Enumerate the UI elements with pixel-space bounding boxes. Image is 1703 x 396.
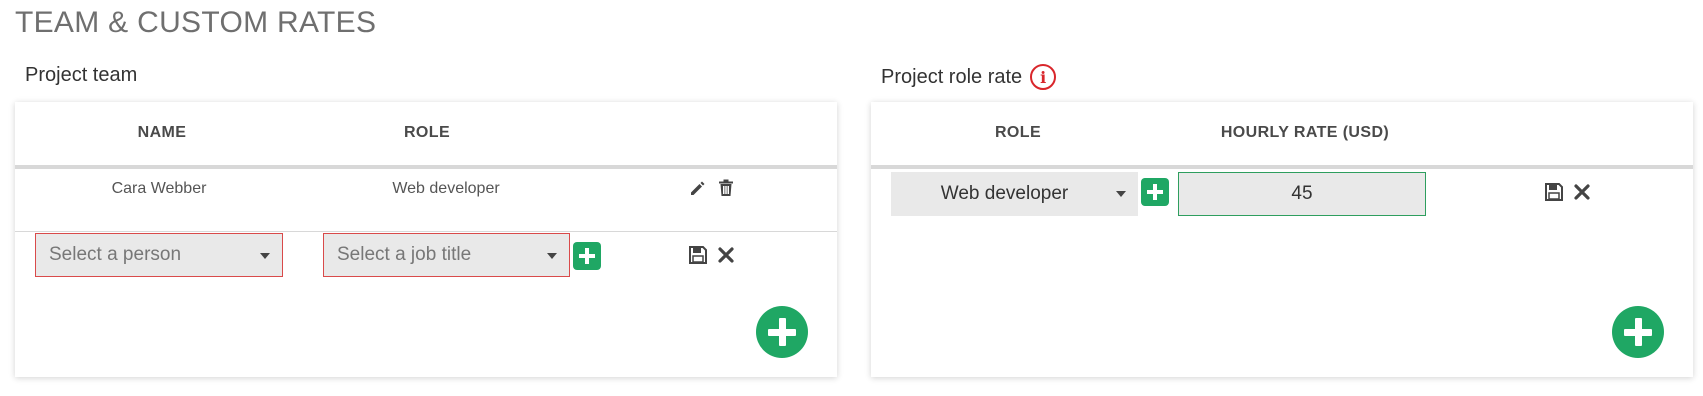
caret-down-icon: [1116, 191, 1126, 197]
row-divider: [15, 231, 837, 232]
person-select-placeholder: Select a person: [49, 244, 182, 265]
add-job-title-button[interactable]: [573, 242, 601, 270]
caret-down-icon: [547, 253, 557, 259]
add-team-member-button[interactable]: [756, 306, 808, 358]
job-title-select-placeholder: Select a job title: [337, 244, 472, 265]
role-select[interactable]: Web developer: [891, 172, 1138, 216]
project-team-card: NAME ROLE Cara Webber Web developer Sele…: [15, 102, 837, 377]
column-header-hourly-rate[interactable]: HOURLY RATE (USD): [1221, 124, 1389, 142]
project-role-rate-title: Project role rate: [881, 65, 1023, 88]
project-team-heading: Project team: [25, 64, 137, 87]
info-icon[interactable]: i: [1030, 64, 1057, 90]
member-role: Web developer: [392, 180, 500, 197]
job-title-select[interactable]: Select a job title: [323, 233, 570, 277]
column-header-name[interactable]: NAME: [138, 124, 187, 142]
close-icon[interactable]: [1572, 182, 1592, 202]
project-team-title: Project team: [25, 64, 138, 86]
pencil-icon[interactable]: [688, 178, 708, 198]
trash-icon[interactable]: [716, 178, 736, 198]
column-header-role[interactable]: ROLE: [404, 124, 450, 142]
caret-down-icon: [260, 253, 270, 259]
floppy-disk-icon[interactable]: [1544, 182, 1564, 202]
page-title: TEAM & CUSTOM RATES: [15, 6, 377, 39]
add-role-button[interactable]: [1141, 178, 1169, 206]
header-divider: [15, 165, 837, 169]
project-role-rate-heading: Project role rate i: [881, 64, 1057, 90]
floppy-disk-icon[interactable]: [688, 245, 708, 265]
hourly-rate-input[interactable]: 45: [1178, 172, 1426, 216]
member-name: Cara Webber: [111, 180, 207, 197]
role-select-value: Web developer: [940, 183, 1069, 204]
close-icon[interactable]: [716, 245, 736, 265]
header-divider: [871, 165, 1693, 169]
project-role-rate-card: ROLE HOURLY RATE (USD) Web developer 45: [871, 102, 1693, 377]
person-select[interactable]: Select a person: [35, 233, 283, 277]
add-role-rate-button[interactable]: [1612, 306, 1664, 358]
column-header-role[interactable]: ROLE: [995, 124, 1041, 142]
